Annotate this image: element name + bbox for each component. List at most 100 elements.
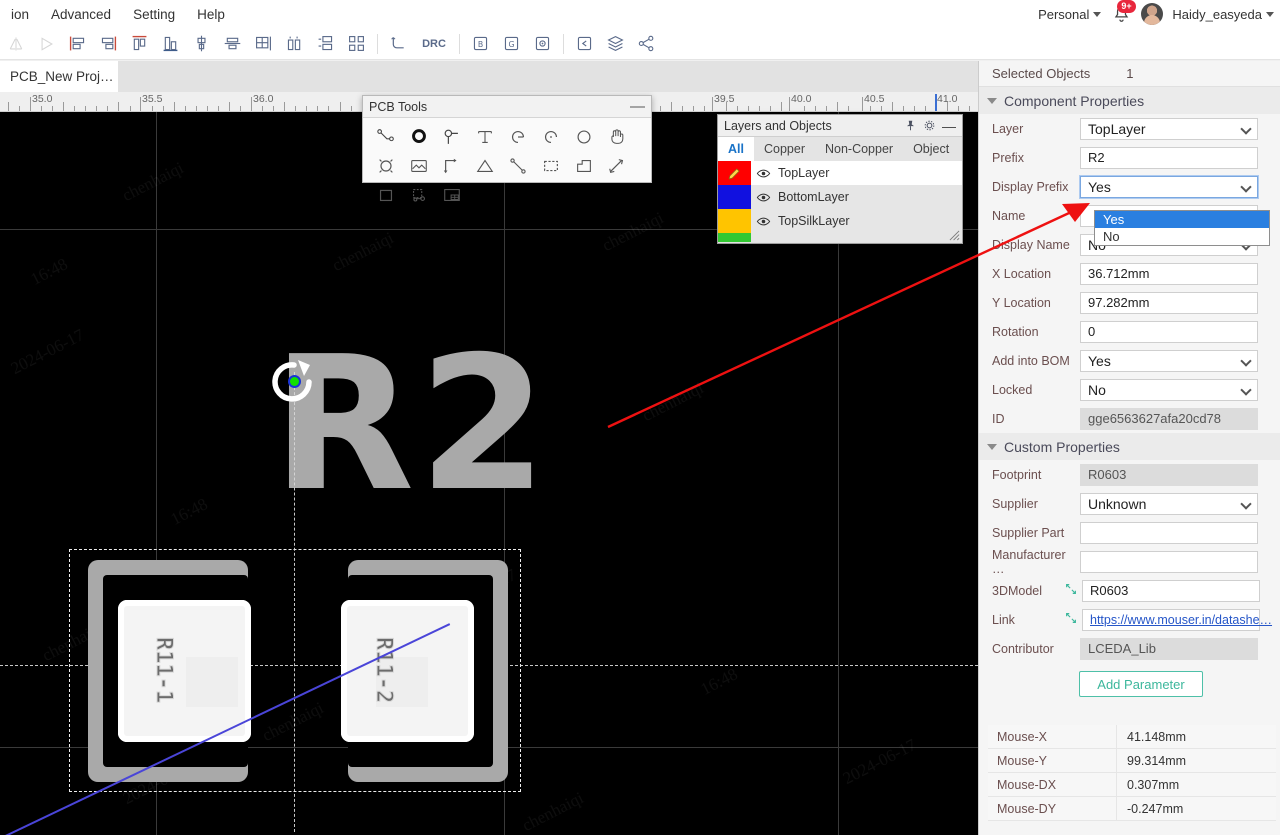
toolbar-share-icon[interactable] [631, 29, 662, 59]
toolbar-align-center-h-icon[interactable] [186, 29, 217, 59]
notifications-button[interactable]: 9+ [1110, 0, 1136, 25]
layer-color-swatch[interactable] [718, 209, 751, 233]
toolbar-import-icon[interactable] [569, 29, 600, 59]
net-icon[interactable] [402, 180, 435, 209]
image-icon[interactable] [402, 151, 435, 180]
display-prefix-dropdown-list[interactable]: Yes No [1094, 210, 1270, 246]
property-value-rotation[interactable]: 0 [1080, 320, 1258, 343]
property-value-x-location[interactable]: 36.712mm [1080, 262, 1258, 285]
pad-icon[interactable] [402, 122, 435, 151]
property-value-manufacturer[interactable] [1080, 550, 1258, 573]
toolbar-array-icon[interactable] [341, 29, 372, 59]
circle-icon[interactable] [567, 122, 600, 151]
arc-icon[interactable] [501, 122, 534, 151]
toolbar-distribute-h-icon[interactable] [279, 29, 310, 59]
text-icon[interactable] [468, 122, 501, 151]
toolbar-distribute-grid-icon[interactable] [248, 29, 279, 59]
custom-properties-header[interactable]: Custom Properties [979, 433, 1280, 460]
property-value-locked[interactable]: No [1080, 378, 1258, 401]
region-icon[interactable] [534, 151, 567, 180]
eye-icon[interactable] [756, 214, 771, 229]
panel-icon[interactable] [435, 180, 468, 209]
user-menu[interactable]: Haidy_easyeda [1172, 7, 1274, 22]
layer-row-topsilklayer[interactable]: TopSilkLayer [718, 209, 962, 233]
rect-icon[interactable] [369, 180, 402, 209]
property-value-y-location[interactable]: 97.282mm [1080, 291, 1258, 314]
toolbar-measure-icon[interactable] [383, 29, 414, 59]
collapse-triangle-icon[interactable] [987, 97, 997, 104]
property-value-supplier[interactable]: Unknown [1080, 492, 1258, 515]
menu-item-advanced[interactable]: Advanced [40, 3, 122, 26]
toolbar-align-left-icon[interactable] [62, 29, 93, 59]
personal-dropdown[interactable]: Personal [1038, 7, 1102, 22]
property-value-layer[interactable]: TopLayer [1080, 117, 1258, 140]
via-icon[interactable] [435, 122, 468, 151]
gear-icon[interactable] [923, 119, 936, 132]
dropdown-option-yes[interactable]: Yes [1095, 211, 1269, 228]
property-value-supplier-part[interactable] [1080, 521, 1258, 544]
layer-row-toplayer[interactable]: TopLayer [718, 161, 962, 185]
toolbar-distribute-v-icon[interactable] [310, 29, 341, 59]
property-value-add-into-bom[interactable]: Yes [1080, 349, 1258, 372]
arc2-icon[interactable] [534, 122, 567, 151]
solid-region-icon[interactable] [567, 151, 600, 180]
layers-tab-all[interactable]: All [718, 137, 754, 161]
property-value-link[interactable]: https://www.mouser.in/datashe… [1082, 608, 1272, 631]
menu-item-ion[interactable]: ion [0, 3, 40, 26]
resize-grip-icon[interactable] [949, 230, 960, 241]
chevron-down-icon[interactable] [1240, 354, 1252, 367]
layer-row-partial[interactable] [718, 233, 962, 242]
layers-and-objects-panel[interactable]: Layers and Objects — All Copper Non-Copp… [717, 114, 963, 244]
layers-tab-non-copper[interactable]: Non-Copper [815, 137, 903, 161]
toolbar-mirror-icon[interactable] [0, 29, 31, 59]
minimize-icon[interactable]: — [630, 98, 645, 115]
component-properties-header[interactable]: Component Properties [979, 87, 1280, 114]
menu-item-setting[interactable]: Setting [122, 3, 186, 26]
property-value-prefix[interactable]: R2 [1080, 146, 1258, 169]
chevron-down-icon[interactable] [1240, 180, 1252, 193]
expand-icon[interactable] [1064, 611, 1080, 628]
layers-tab-copper[interactable]: Copper [754, 137, 815, 161]
polyline-icon[interactable] [501, 151, 534, 180]
toolbar-board-g-icon[interactable]: G [496, 29, 527, 59]
eye-icon[interactable] [756, 190, 771, 205]
chevron-down-icon[interactable] [1240, 383, 1252, 396]
track-icon[interactable] [369, 122, 402, 151]
eye-icon[interactable] [756, 166, 771, 181]
hand-icon[interactable] [600, 122, 633, 151]
toolbar-align-center-v-icon[interactable] [217, 29, 248, 59]
layers-tab-object[interactable]: Object [903, 137, 959, 161]
layer-color-swatch[interactable] [718, 185, 751, 209]
pin-icon[interactable] [904, 119, 917, 132]
tab-pcb-new-proj[interactable]: PCB_New Proj… [0, 61, 118, 92]
expand-icon[interactable] [1064, 582, 1080, 599]
angle-icon[interactable] [468, 151, 501, 180]
pcb-tools-header[interactable]: PCB Tools — [363, 96, 651, 118]
toolbar-board-o-icon[interactable] [527, 29, 558, 59]
measure-icon[interactable] [600, 151, 633, 180]
property-value-display-prefix[interactable]: Yes [1080, 175, 1258, 198]
toolbar-align-bottom-icon[interactable] [155, 29, 186, 59]
toolbar-drc-button[interactable]: DRC [414, 29, 454, 59]
dimension-icon[interactable] [435, 151, 468, 180]
toolbar-board-b-icon[interactable]: B [465, 29, 496, 59]
origin-marker[interactable] [290, 377, 299, 386]
avatar[interactable] [1141, 3, 1164, 25]
menu-item-help[interactable]: Help [186, 3, 236, 26]
minimize-icon[interactable]: — [942, 119, 956, 133]
chevron-down-icon[interactable] [1240, 122, 1252, 135]
layer-color-swatch[interactable] [718, 233, 751, 242]
toolbar-align-right-icon[interactable] [93, 29, 124, 59]
chevron-down-icon[interactable] [1240, 497, 1252, 510]
layer-color-swatch[interactable] [718, 161, 751, 185]
layer-row-bottomlayer[interactable]: BottomLayer [718, 185, 962, 209]
collapse-triangle-icon[interactable] [987, 443, 997, 450]
property-value-3dmodel[interactable]: R0603 [1082, 579, 1260, 602]
hole-icon[interactable] [369, 151, 402, 180]
dropdown-option-no[interactable]: No [1095, 228, 1269, 245]
toolbar-layers-stack-icon[interactable] [600, 29, 631, 59]
pcb-tools-panel[interactable]: PCB Tools — [362, 95, 652, 202]
add-parameter-button[interactable]: Add Parameter [1079, 671, 1203, 697]
silkscreen-designator[interactable]: R2 [272, 332, 551, 517]
toolbar-align-top-icon[interactable] [124, 29, 155, 59]
